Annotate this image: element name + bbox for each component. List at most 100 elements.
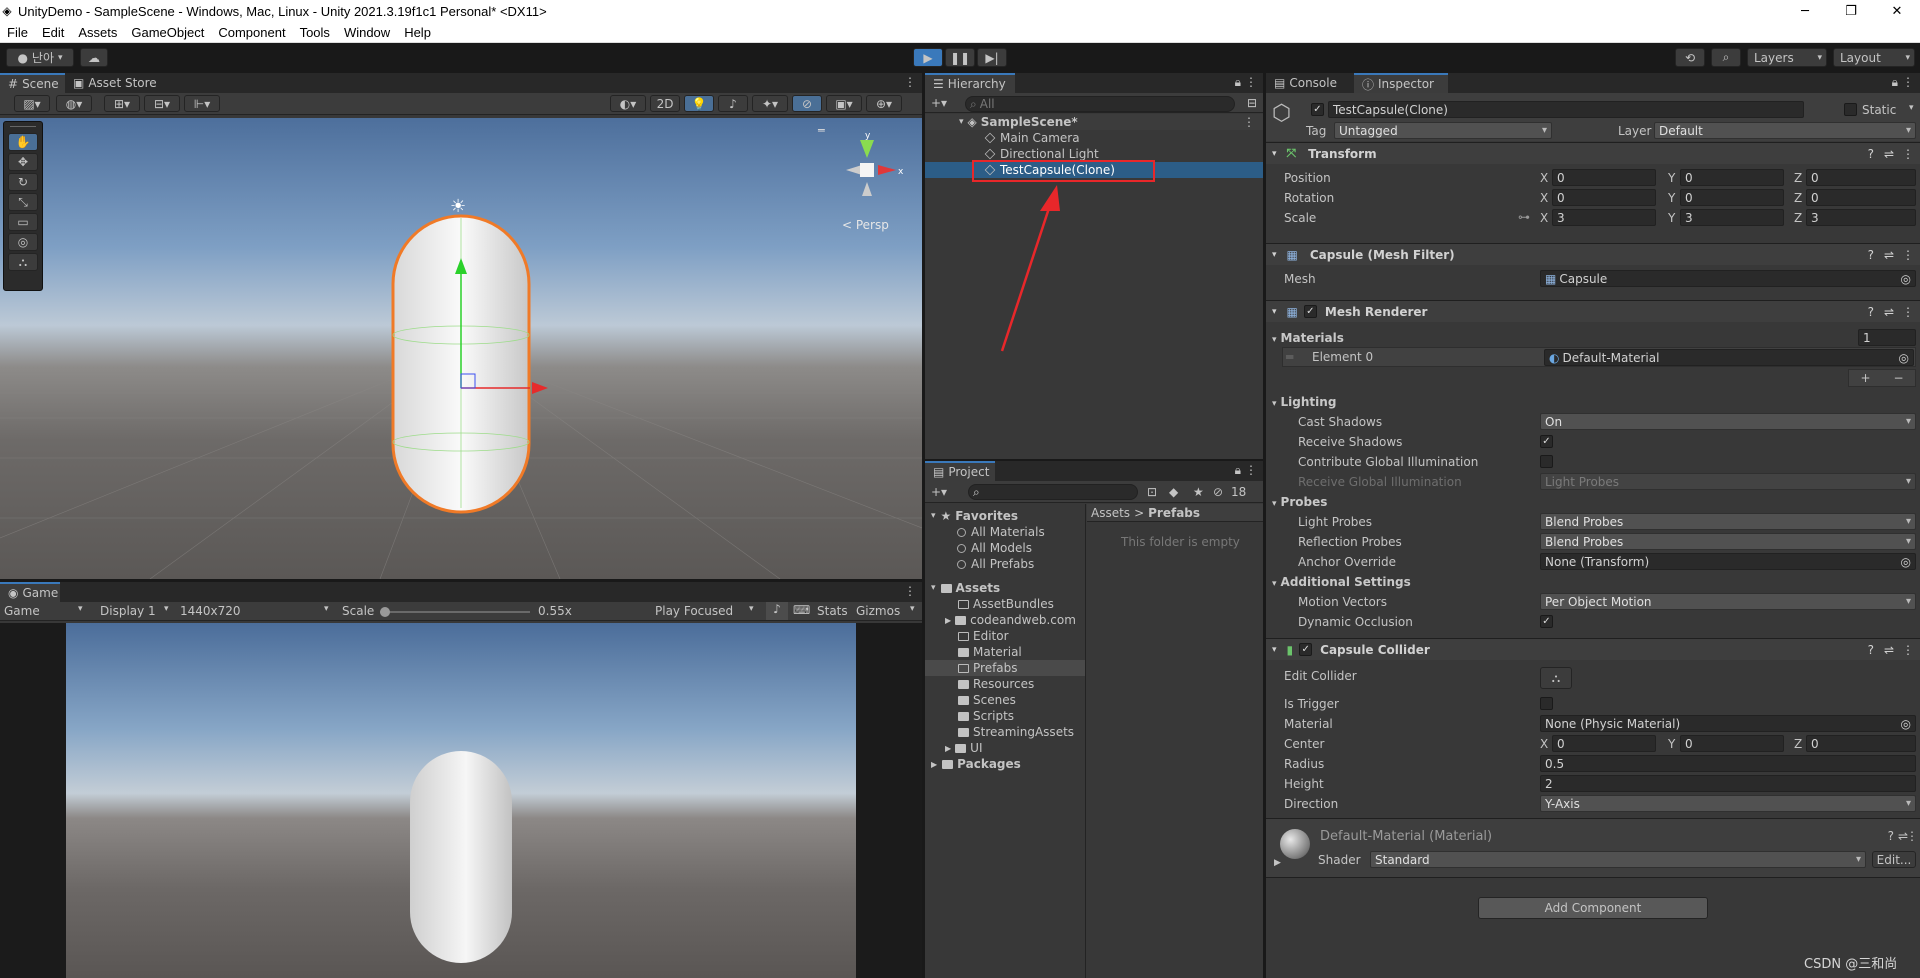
grid-dropdown[interactable]: ⊟▾ xyxy=(144,95,180,112)
lighting-toggle-icon[interactable]: 💡 xyxy=(684,95,714,112)
mesh-filter-header[interactable]: ▾ ▦ Capsule (Mesh Filter) ? ⇌ ⋮ xyxy=(1266,243,1920,265)
play-button[interactable]: ▶ xyxy=(913,48,943,67)
increment-dropdown[interactable]: ⊩▾ xyxy=(184,95,220,112)
favorites-header[interactable]: ▾ ★ Favorites xyxy=(925,508,1018,524)
materials-count-field[interactable]: 1 xyxy=(1858,329,1916,346)
snap-dropdown[interactable]: ⊞▾ xyxy=(104,95,140,112)
preset-icon[interactable]: ⇌ xyxy=(1884,147,1894,161)
preset-icon[interactable]: ⇌ xyxy=(1884,305,1894,319)
component-menu-icon[interactable]: ⋮ xyxy=(1902,147,1914,161)
menu-assets[interactable]: Assets xyxy=(71,25,124,40)
collider-material-field[interactable]: None (Physic Material) ◎ xyxy=(1540,715,1916,732)
hierarchy-search-input[interactable]: ⌕ All xyxy=(965,96,1235,112)
object-picker-icon[interactable]: ◎ xyxy=(1901,555,1911,569)
height-field[interactable]: 2 xyxy=(1540,775,1916,792)
lighting-foldout[interactable]: ▾ Lighting xyxy=(1272,395,1336,409)
menu-file[interactable]: File xyxy=(0,25,35,40)
center-y-field[interactable]: 0 xyxy=(1680,735,1784,752)
layout-dropdown[interactable]: Layout ▾ xyxy=(1833,48,1915,67)
menu-edit[interactable]: Edit xyxy=(35,25,71,40)
hierarchy-add-icon[interactable]: +▾ xyxy=(931,96,947,110)
hierarchy-filter-icon[interactable]: ⊟ xyxy=(1247,96,1257,110)
shader-edit-button[interactable]: Edit... xyxy=(1872,851,1916,868)
capsule-collider-enabled-checkbox[interactable]: ✓ xyxy=(1299,643,1313,656)
position-z-field[interactable]: 0 xyxy=(1806,169,1916,186)
folder-item[interactable]: ▶ codeandweb.com xyxy=(925,612,1076,628)
effects-dropdown[interactable]: ✦▾ xyxy=(752,95,788,112)
draw-mode-dropdown[interactable]: ▨▾ xyxy=(14,95,50,112)
help-icon[interactable]: ? xyxy=(1868,248,1874,262)
static-dropdown-icon[interactable]: ▾ xyxy=(1909,103,1914,113)
tab-scene[interactable]: # Scene xyxy=(0,73,65,93)
position-x-field[interactable]: 0 xyxy=(1552,169,1656,186)
rect-tool-icon[interactable]: ▭ xyxy=(8,213,38,231)
transform-header[interactable]: ▾ ⤧ Transform ? ⇌ ⋮ xyxy=(1266,142,1920,164)
folder-item-selected[interactable]: Prefabs xyxy=(925,660,1085,676)
display-number-dropdown[interactable]: Display 1 ▾ xyxy=(100,604,172,618)
tab-hierarchy[interactable]: ☰ Hierarchy xyxy=(925,73,1015,93)
move-tool-icon[interactable]: ✥ xyxy=(8,153,38,171)
folder-item[interactable]: Scripts xyxy=(925,708,1014,724)
menu-gameobject[interactable]: GameObject xyxy=(124,25,211,40)
breadcrumb-assets[interactable]: Assets xyxy=(1091,506,1130,520)
hierarchy-item-main-camera[interactable]: Main Camera xyxy=(925,130,1263,146)
direction-dropdown[interactable]: Y-Axis xyxy=(1540,795,1916,812)
breadcrumb-prefabs[interactable]: Prefabs xyxy=(1148,506,1200,520)
step-button[interactable]: ▶| xyxy=(977,48,1007,67)
search-by-label-icon[interactable]: ◆ xyxy=(1169,485,1178,499)
project-add-icon[interactable]: +▾ xyxy=(931,485,947,499)
layers-dropdown[interactable]: Layers ▾ xyxy=(1747,48,1827,67)
camera-dropdown[interactable]: ▣▾ xyxy=(826,95,862,112)
capsule-collider-header[interactable]: ▾ ▮ ✓ Capsule Collider ? ⇌ ⋮ xyxy=(1266,638,1920,660)
object-picker-icon[interactable]: ◎ xyxy=(1901,717,1911,731)
drag-handle-icon[interactable]: ═ xyxy=(1286,350,1293,364)
motion-vectors-dropdown[interactable]: Per Object Motion xyxy=(1540,593,1916,610)
gizmos-game-dropdown[interactable]: Gizmos ▾ xyxy=(856,604,920,618)
cast-shadows-dropdown[interactable]: On xyxy=(1540,413,1916,430)
folder-item[interactable]: Editor xyxy=(925,628,1009,644)
folder-item[interactable]: Scenes xyxy=(925,692,1016,708)
preset-icon[interactable]: ⇌ xyxy=(1884,643,1894,657)
visibility-toggle-icon[interactable]: ⊘ xyxy=(792,95,822,112)
selected-capsule[interactable]: ☀ xyxy=(380,178,560,558)
tab-console[interactable]: ▤ Console xyxy=(1266,73,1354,93)
stats-button[interactable]: Stats xyxy=(817,604,848,618)
folder-item[interactable]: AssetBundles xyxy=(925,596,1054,612)
cloud-icon[interactable]: ☁ xyxy=(80,48,108,67)
anchor-override-field[interactable]: None (Transform) ◎ xyxy=(1540,553,1916,570)
contribute-gi-checkbox[interactable] xyxy=(1540,455,1553,468)
constrain-proportions-icon[interactable]: ⊶ xyxy=(1518,210,1530,224)
reflection-probes-dropdown[interactable]: Blend Probes xyxy=(1540,533,1916,550)
shading-dropdown[interactable]: ◐▾ xyxy=(610,95,646,112)
materials-foldout[interactable]: ▾ Materials xyxy=(1272,331,1344,345)
inspector-menu-icon[interactable]: ⋮ xyxy=(1902,75,1914,89)
2d-toggle[interactable]: 2D xyxy=(650,95,680,112)
scene-menu-icon[interactable]: ⋮ xyxy=(1243,115,1255,129)
play-focused-dropdown[interactable]: Play Focused ▾ xyxy=(655,604,759,618)
component-menu-icon[interactable]: ⋮ xyxy=(1902,305,1914,319)
hierarchy-menu-icon[interactable]: ⋮ xyxy=(1245,75,1257,89)
save-search-icon[interactable]: ★ xyxy=(1193,485,1204,499)
center-z-field[interactable]: 0 xyxy=(1806,735,1916,752)
custom-tool-icon[interactable]: ⛬ xyxy=(8,253,38,271)
tab-project[interactable]: ▤ Project xyxy=(925,461,995,481)
panel-menu-icon[interactable]: ⋮ xyxy=(904,75,916,89)
game-display-dropdown[interactable]: Game ▾ xyxy=(4,604,88,618)
history-icon[interactable]: ⟲ xyxy=(1675,48,1705,67)
game-panel-menu-icon[interactable]: ⋮ xyxy=(904,584,916,598)
folder-item[interactable]: Resources xyxy=(925,676,1034,692)
transform-tool-icon[interactable]: ◎ xyxy=(8,233,38,251)
viewport-options-icon[interactable]: ═ xyxy=(818,124,825,137)
add-element-button[interactable]: + xyxy=(1860,371,1870,385)
help-icon[interactable]: ? xyxy=(1868,305,1874,319)
radius-field[interactable]: 0.5 xyxy=(1540,755,1916,772)
material-menu-icon[interactable]: ⋮ xyxy=(1906,829,1918,843)
scene-orientation-gizmo[interactable]: y x xyxy=(834,132,914,212)
layer-dropdown[interactable]: Default xyxy=(1654,122,1916,139)
rotation-x-field[interactable]: 0 xyxy=(1552,189,1656,206)
mesh-renderer-header[interactable]: ▾ ▦ ✓ Mesh Renderer ? ⇌ ⋮ xyxy=(1266,300,1920,322)
position-y-field[interactable]: 0 xyxy=(1680,169,1784,186)
scale-z-field[interactable]: 3 xyxy=(1806,209,1916,226)
close-button[interactable]: ✕ xyxy=(1874,0,1920,22)
search-icon[interactable]: ⌕ xyxy=(1711,48,1741,67)
